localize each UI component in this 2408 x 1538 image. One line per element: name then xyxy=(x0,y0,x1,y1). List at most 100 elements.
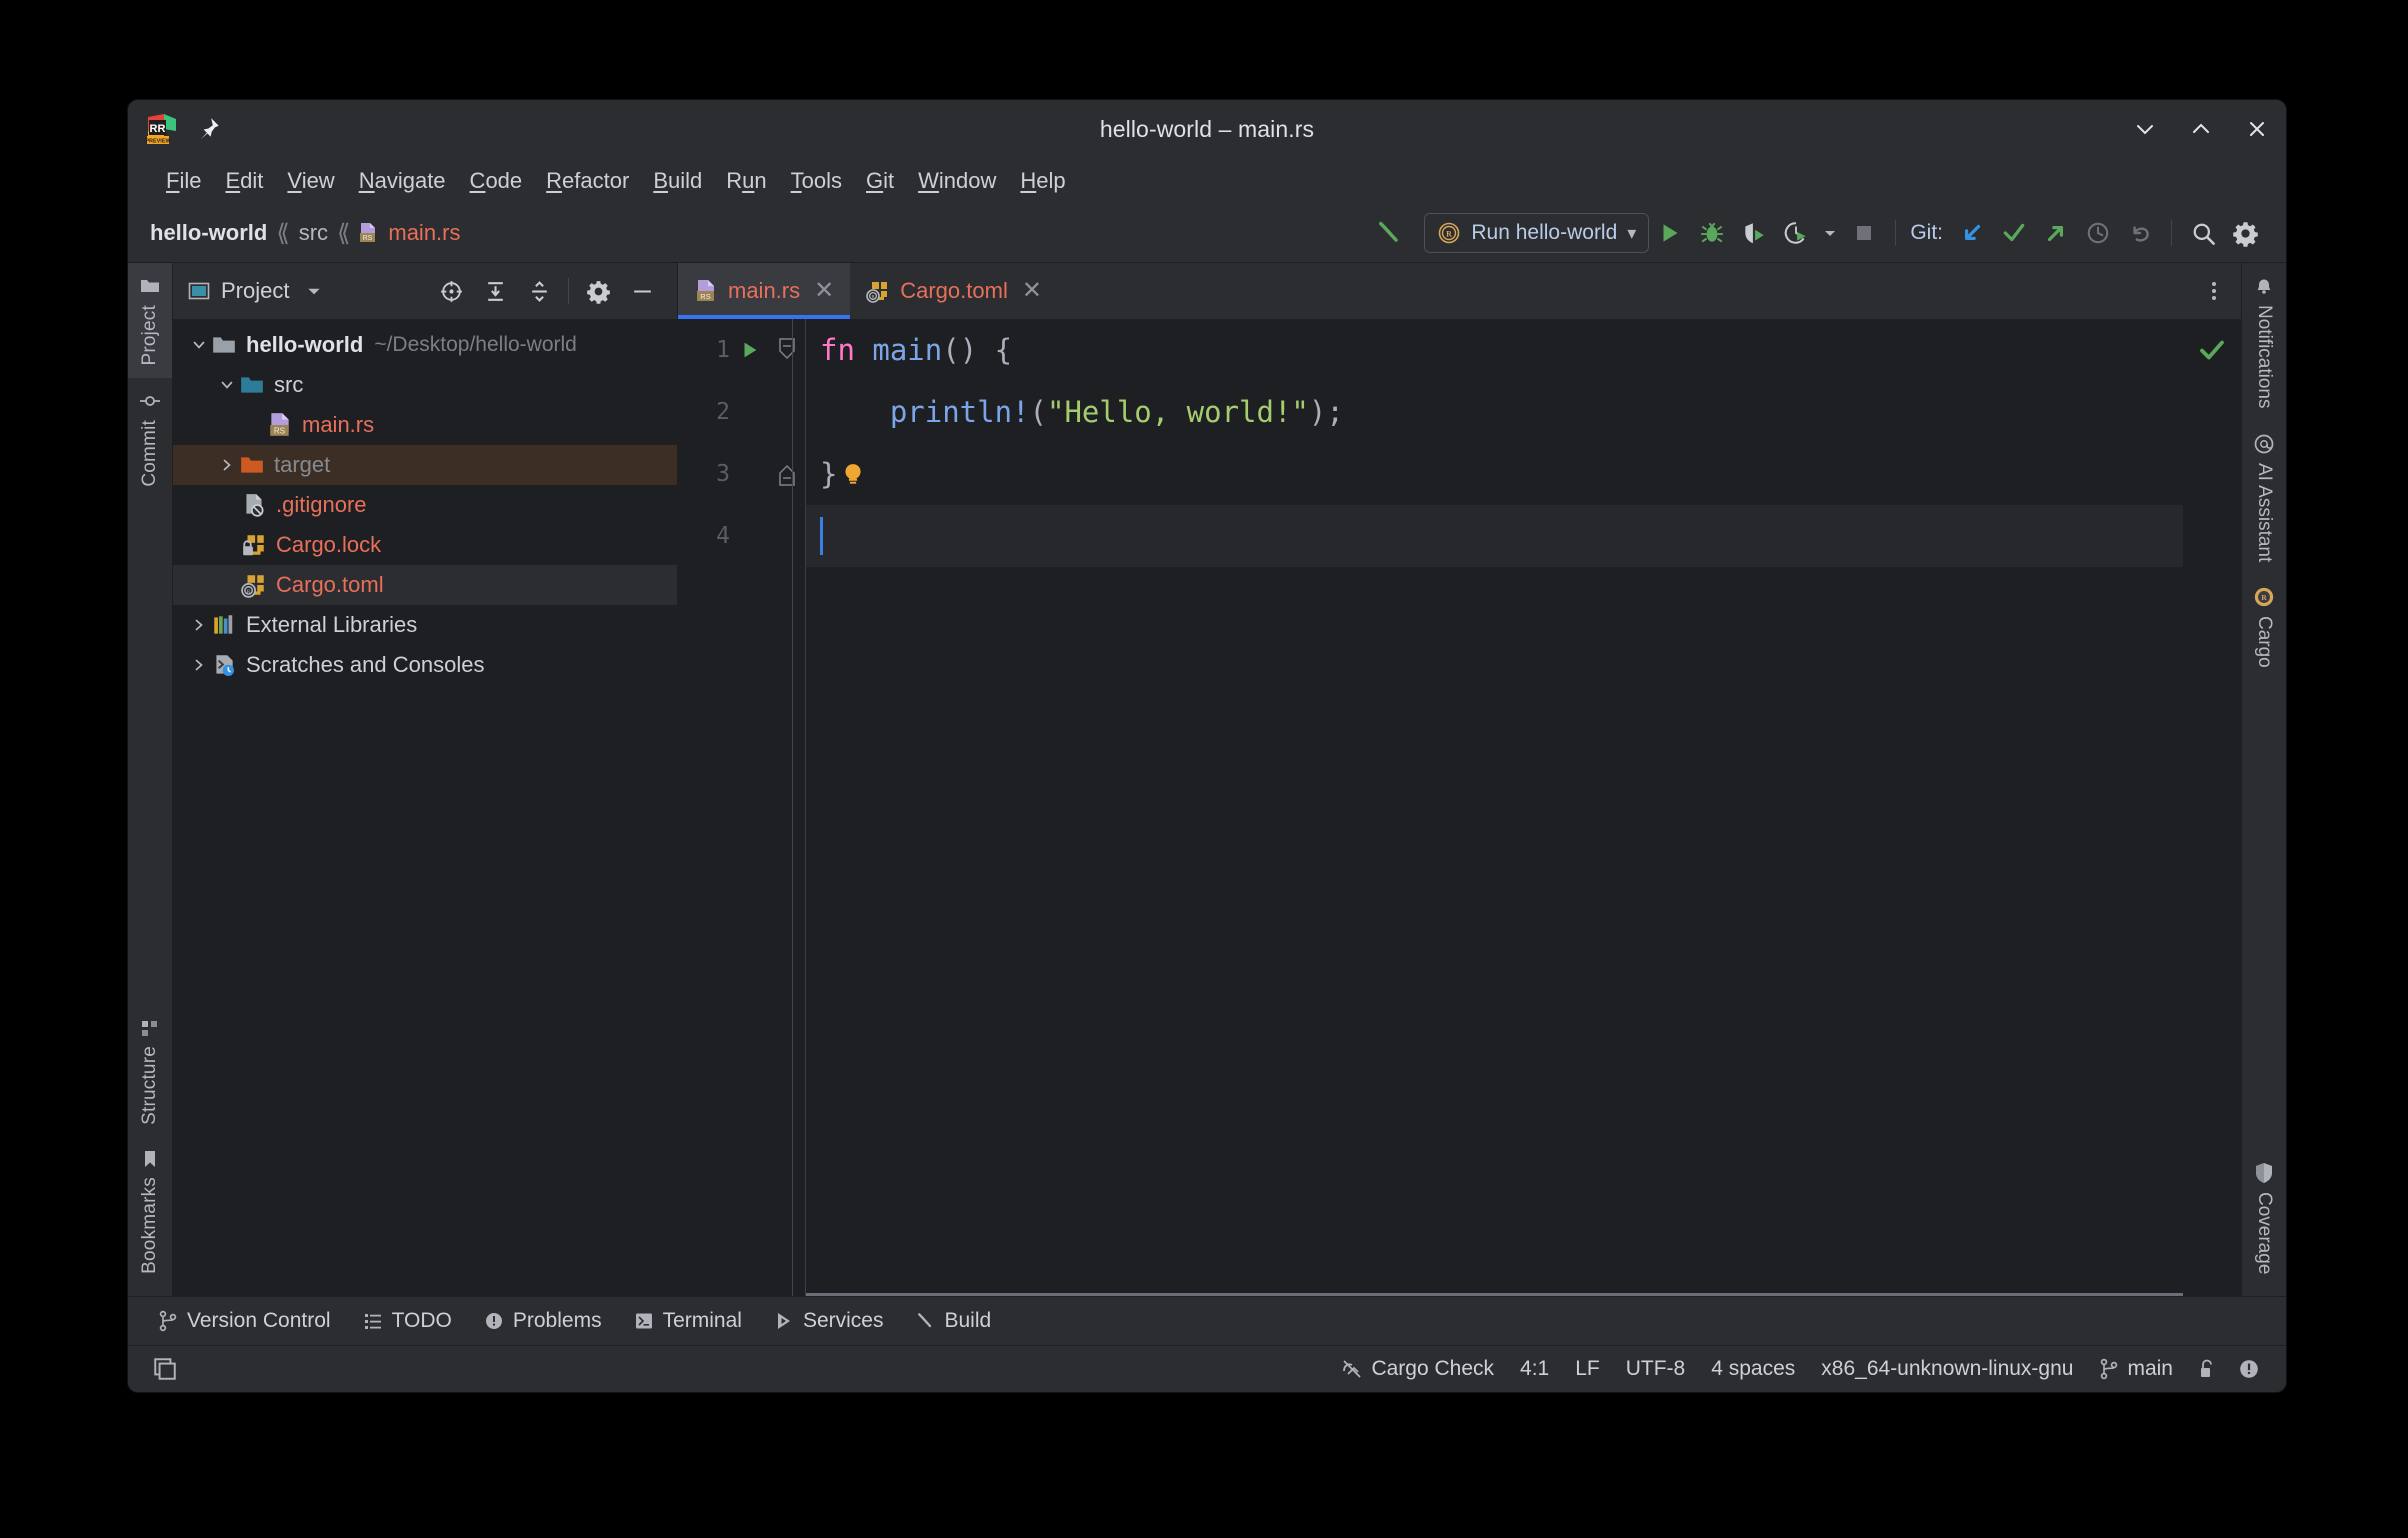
tree-node-hello-world[interactable]: hello-world ~/Desktop/hello-world xyxy=(173,325,677,365)
editor-tab-cargo-toml[interactable]: R Cargo.toml ✕ xyxy=(850,263,1058,319)
tree-node-gitignore[interactable]: .gitignore xyxy=(173,485,677,525)
sidebar-item-structure[interactable]: Structure xyxy=(128,1006,172,1137)
tree-node-src[interactable]: src xyxy=(173,365,677,405)
toolwindow-version-control[interactable]: Version Control xyxy=(142,1297,347,1345)
inspection-status-strip[interactable] xyxy=(2183,319,2241,1296)
select-opened-file-icon[interactable] xyxy=(430,272,472,310)
lightbulb-icon[interactable] xyxy=(839,392,1083,556)
status-indent[interactable]: 4 spaces xyxy=(1698,1357,1808,1381)
git-update-project-icon[interactable] xyxy=(1951,214,1993,252)
check-ok-icon[interactable] xyxy=(2197,335,2227,365)
editor-horizontal-scrollbar[interactable] xyxy=(806,1293,2183,1296)
breadcrumb-file[interactable]: main.rs xyxy=(386,220,462,246)
status-line-separator[interactable]: LF xyxy=(1562,1357,1613,1381)
toolwindow-services[interactable]: Services xyxy=(758,1297,900,1345)
minimize-button[interactable] xyxy=(2132,116,2158,142)
tree-node-cargo-toml[interactable]: R Cargo.toml xyxy=(173,565,677,605)
branch-icon xyxy=(158,1310,178,1332)
git-history-icon[interactable] xyxy=(2077,214,2119,252)
sidebar-item-cargo[interactable]: R Cargo xyxy=(2253,574,2275,680)
sidebar-item-coverage[interactable]: Coverage xyxy=(2253,1150,2275,1296)
expand-all-icon[interactable] xyxy=(474,272,516,310)
menu-code[interactable]: Code xyxy=(458,165,535,197)
git-commit-icon[interactable] xyxy=(1993,214,2035,252)
close-icon[interactable]: ✕ xyxy=(814,279,834,303)
menu-window[interactable]: Window xyxy=(906,165,1008,197)
menu-help[interactable]: Help xyxy=(1008,165,1077,197)
build-hammer-icon[interactable] xyxy=(1368,214,1410,252)
breadcrumb-src[interactable]: src xyxy=(297,220,330,246)
menu-file[interactable]: File xyxy=(154,165,213,197)
run-configuration-selector[interactable]: R Run hello-world ▾ xyxy=(1424,213,1650,253)
menu-git[interactable]: Git xyxy=(854,165,906,197)
close-icon[interactable]: ✕ xyxy=(1022,279,1042,303)
sidebar-item-commit[interactable]: Commit xyxy=(128,378,172,499)
menu-refactor[interactable]: Refactor xyxy=(534,165,641,197)
project-panel-header: Project xyxy=(173,263,677,319)
menu-build[interactable]: Build xyxy=(641,165,714,197)
sidebar-item-notifications[interactable]: Notifications xyxy=(2253,263,2275,421)
editor-area: RS main.rs ✕ R Cargo.toml ✕ 1 2 3 4 fn m… xyxy=(678,263,2241,1296)
title-bar-left: RR PREVIEW xyxy=(144,111,222,147)
tree-node-main-rs[interactable]: RS main.rs xyxy=(173,405,677,445)
tree-node-external-libraries[interactable]: External Libraries xyxy=(173,605,677,645)
fold-end-icon[interactable] xyxy=(770,461,804,487)
project-panel-chevron-down-icon[interactable] xyxy=(305,282,323,300)
gutter-run-icon[interactable] xyxy=(730,339,770,361)
breadcrumb-project[interactable]: hello-world xyxy=(148,220,269,246)
run-with-coverage-icon[interactable] xyxy=(1733,214,1775,252)
menu-view[interactable]: View xyxy=(275,165,346,197)
menu-navigate[interactable]: Navigate xyxy=(347,165,458,197)
toolwindow-problems[interactable]: Problems xyxy=(468,1297,618,1345)
layout-icon[interactable] xyxy=(144,1350,186,1388)
chevron-right-icon[interactable] xyxy=(187,617,211,633)
fold-start-icon[interactable] xyxy=(770,337,804,363)
menu-edit[interactable]: Edit xyxy=(213,165,275,197)
status-cargo-check[interactable]: Cargo Check xyxy=(1328,1357,1507,1381)
run-button[interactable] xyxy=(1649,214,1691,252)
sidebar-item-project[interactable]: Project xyxy=(128,263,172,378)
search-icon[interactable] xyxy=(2182,214,2224,252)
toolwindow-todo[interactable]: TODO xyxy=(347,1297,468,1345)
tool-window-bar: Version Control TODO Problems Terminal S… xyxy=(128,1296,2286,1345)
profiler-icon[interactable] xyxy=(1775,214,1817,252)
gear-icon[interactable] xyxy=(577,272,619,310)
tree-node-scratches-and-consoles[interactable]: Scratches and Consoles xyxy=(173,645,677,685)
toolwindow-build[interactable]: Build xyxy=(899,1297,1007,1345)
pin-icon[interactable] xyxy=(196,116,222,142)
maximize-button[interactable] xyxy=(2188,116,2214,142)
sidebar-item-ai-assistant[interactable]: AI Assistant xyxy=(2253,421,2275,574)
hide-panel-icon[interactable] xyxy=(621,272,663,310)
menu-run[interactable]: Run xyxy=(714,165,778,197)
chevron-right-icon[interactable] xyxy=(215,457,239,473)
tree-node-target[interactable]: target xyxy=(173,445,677,485)
sidebar-item-bookmarks[interactable]: Bookmarks xyxy=(128,1137,172,1296)
status-git-branch[interactable]: main xyxy=(2086,1357,2186,1381)
tree-node-cargo-lock[interactable]: Cargo.lock xyxy=(173,525,677,565)
git-push-icon[interactable] xyxy=(2035,214,2077,252)
status-encoding[interactable]: UTF-8 xyxy=(1613,1357,1699,1381)
gear-icon[interactable] xyxy=(2224,214,2266,252)
code-text-area[interactable]: fn main() { println!("Hello, world!"); } xyxy=(806,319,2183,1296)
toolwindow-terminal[interactable]: Terminal xyxy=(618,1297,758,1345)
git-rollback-icon[interactable] xyxy=(2119,214,2161,252)
close-button[interactable] xyxy=(2244,116,2270,142)
chevron-right-icon[interactable] xyxy=(187,657,211,673)
profiler-dropdown-icon[interactable] xyxy=(1817,214,1843,252)
status-caret-position[interactable]: 4:1 xyxy=(1507,1357,1562,1381)
status-label: x86_64-unknown-linux-gnu xyxy=(1821,1357,2074,1380)
debug-bug-icon[interactable] xyxy=(1691,214,1733,252)
editor-tab-main-rs[interactable]: RS main.rs ✕ xyxy=(678,263,851,319)
code-editor[interactable]: 1 2 3 4 fn main () {println! ("Hello, … xyxy=(678,319,2241,1296)
menu-tools[interactable]: Tools xyxy=(779,165,854,197)
unlock-icon[interactable] xyxy=(2186,1350,2228,1388)
status-toolchain[interactable]: x86_64-unknown-linux-gnu xyxy=(1808,1357,2086,1381)
collapse-all-icon[interactable] xyxy=(518,272,560,310)
chevron-down-icon[interactable] xyxy=(187,337,211,353)
more-options-icon[interactable] xyxy=(2203,280,2225,302)
editor-gutter[interactable]: 1 2 3 4 xyxy=(678,319,806,1296)
problems-icon[interactable] xyxy=(2228,1350,2270,1388)
stop-button[interactable] xyxy=(1843,214,1885,252)
chevron-down-icon[interactable] xyxy=(215,377,239,393)
sidebar-item-label: Commit xyxy=(139,419,160,487)
